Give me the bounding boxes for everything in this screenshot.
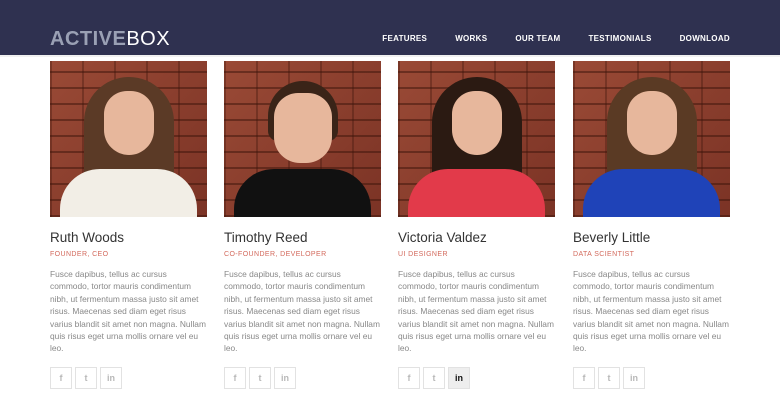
linkedin-icon[interactable]: in [448, 366, 470, 389]
twitter-icon[interactable]: t [423, 366, 445, 389]
team-member-card: Ruth Woods FOUNDER, CEO Fusce dapibus, t… [50, 61, 207, 389]
nav-works[interactable]: WORKS [455, 34, 487, 43]
social-links: f t in [50, 366, 207, 389]
team-member-name: Ruth Woods [50, 230, 125, 245]
linkedin-icon[interactable]: in [623, 366, 645, 389]
facebook-icon[interactable]: f [50, 366, 72, 389]
team-member-card: Victoria Valdez UI DESIGNER Fusce dapibu… [398, 61, 555, 389]
logo-part-active: ACTIVE [50, 28, 127, 50]
team-member-photo [224, 61, 381, 217]
team-member-role: CO-FOUNDER, DEVELOPER [224, 251, 327, 258]
team-member-name: Timothy Reed [224, 230, 308, 245]
team-member-photo [398, 61, 555, 217]
nav-our-team[interactable]: OUR TEAM [515, 34, 560, 43]
team-member-photo [50, 61, 207, 217]
team-member-role: FOUNDER, CEO [50, 251, 109, 258]
team-member-card: Timothy Reed CO-FOUNDER, DEVELOPER Fusce… [224, 61, 381, 389]
team-member-bio: Fusce dapibus, tellus ac cursus commodo,… [398, 269, 554, 354]
team-member-name: Victoria Valdez [398, 230, 487, 245]
twitter-icon[interactable]: t [75, 366, 97, 389]
social-links: f t in [573, 366, 730, 389]
social-links: f t in [398, 366, 555, 389]
logo[interactable]: ACTIVEBOX [50, 28, 170, 51]
logo-part-box: BOX [126, 28, 171, 50]
team-member-bio: Fusce dapibus, tellus ac cursus commodo,… [50, 269, 206, 354]
social-links: f t in [224, 366, 381, 389]
team-member-card: Beverly Little DATA SCIENTIST Fusce dapi… [573, 61, 730, 389]
header-bar: ACTIVEBOX FEATURES WORKS OUR TEAM TESTIM… [0, 0, 780, 55]
nav-features[interactable]: FEATURES [382, 34, 427, 43]
linkedin-icon[interactable]: in [100, 366, 122, 389]
team-member-photo [573, 61, 730, 217]
team-member-bio: Fusce dapibus, tellus ac cursus commodo,… [224, 269, 380, 354]
twitter-icon[interactable]: t [249, 366, 271, 389]
main-nav: FEATURES WORKS OUR TEAM TESTIMONIALS DOW… [382, 34, 730, 43]
twitter-icon[interactable]: t [598, 366, 620, 389]
facebook-icon[interactable]: f [573, 366, 595, 389]
nav-download[interactable]: DOWNLOAD [680, 34, 730, 43]
team-member-role: DATA SCIENTIST [573, 251, 635, 258]
team-member-bio: Fusce dapibus, tellus ac cursus commodo,… [573, 269, 729, 354]
header-divider [0, 55, 780, 57]
team-member-role: UI DESIGNER [398, 251, 448, 258]
facebook-icon[interactable]: f [398, 366, 420, 389]
team-member-name: Beverly Little [573, 230, 651, 245]
linkedin-icon[interactable]: in [274, 366, 296, 389]
nav-testimonials[interactable]: TESTIMONIALS [588, 34, 651, 43]
facebook-icon[interactable]: f [224, 366, 246, 389]
